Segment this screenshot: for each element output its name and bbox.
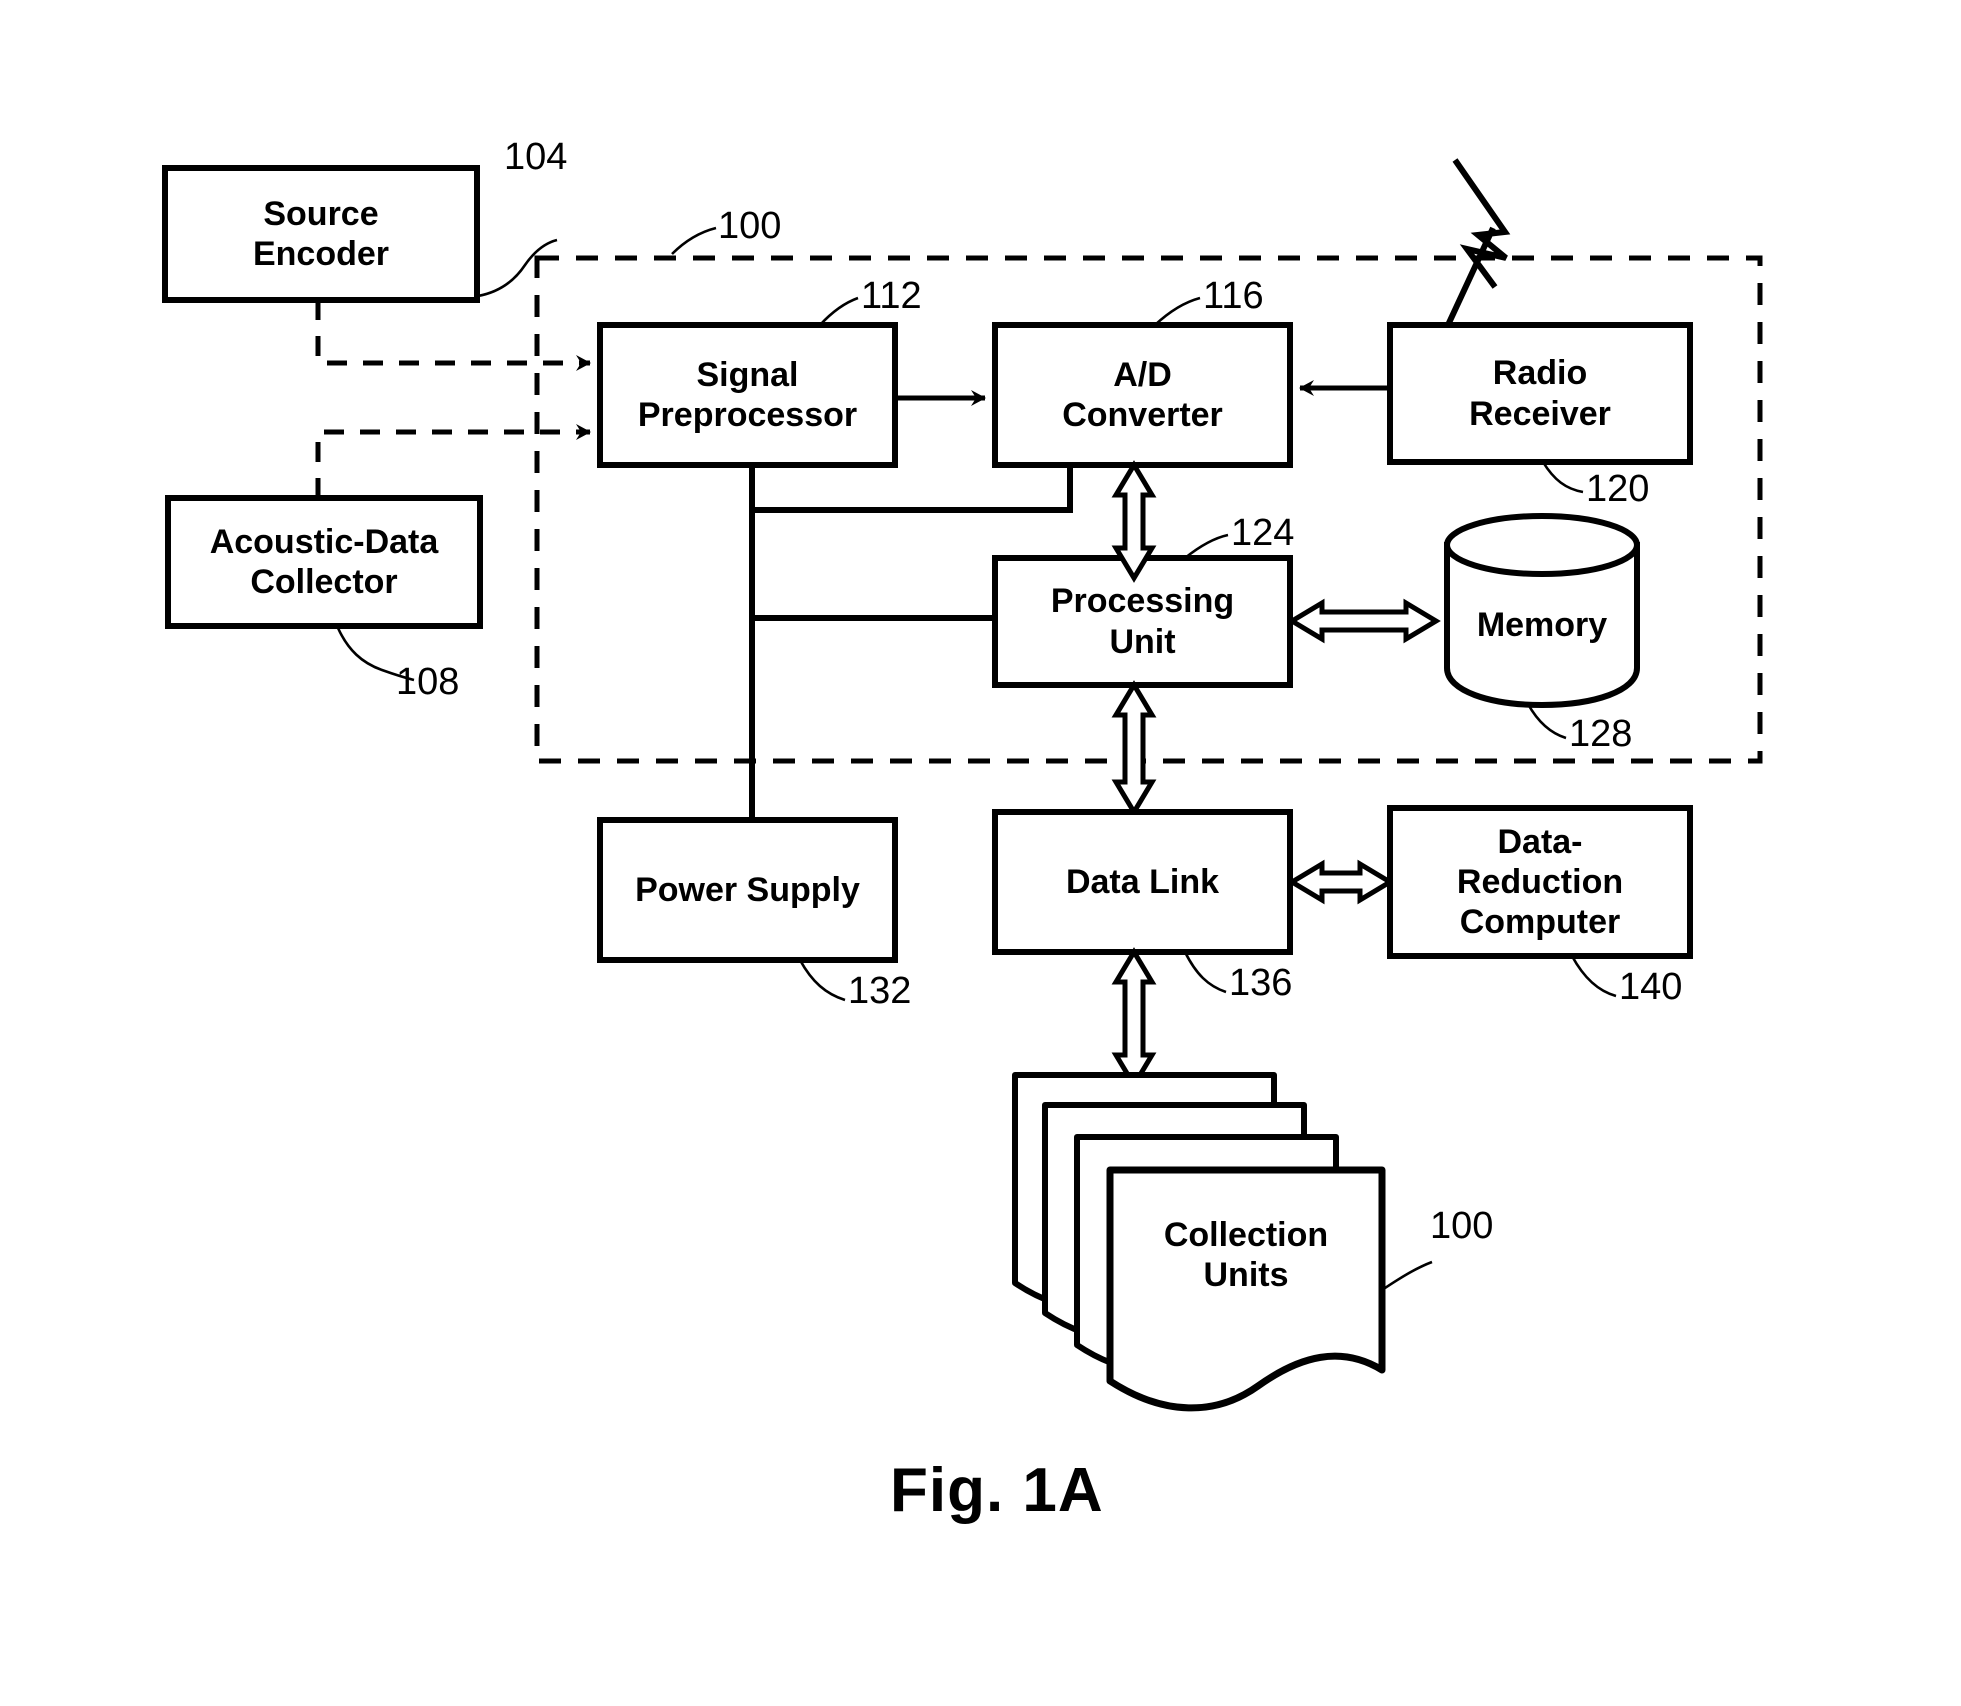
signal-path-acoustic-collector [315, 424, 591, 498]
box-radio-receiver [1387, 322, 1693, 465]
figure-canvas: Source Encoder 104 Acoustic-Data Collect… [0, 0, 1961, 1706]
ref-100-system: 100 [718, 205, 782, 247]
box-signal-preprocessor [597, 322, 898, 468]
diagram-svg [162, 158, 1763, 1412]
bus-processing-unit-data-link [1111, 680, 1157, 817]
ref-116: 116 [1203, 275, 1264, 317]
ref-140: 140 [1619, 966, 1683, 1008]
ref-112: 112 [861, 275, 922, 317]
bus-data-link-computer [1287, 859, 1395, 905]
power-branch-adc [752, 465, 1073, 513]
database-cylinder-icon [1444, 513, 1640, 709]
ref-100-collection-units: 100 [1430, 1205, 1494, 1247]
leader-line-124 [1184, 533, 1229, 560]
ref-104: 104 [504, 136, 568, 178]
box-data-reduction-computer [1387, 805, 1693, 959]
leader-line-120 [1541, 461, 1584, 494]
bus-data-link-collection-units [1111, 947, 1157, 1090]
leader-line-112 [819, 296, 859, 326]
ref-136: 136 [1229, 962, 1293, 1004]
signal-path-source-encoder [315, 300, 591, 371]
ref-132: 132 [848, 970, 912, 1012]
box-source-encoder [162, 165, 480, 303]
leader-line-104 [477, 238, 558, 298]
leader-line-140 [1570, 955, 1617, 998]
box-processing-unit [992, 555, 1293, 688]
leader-line-116 [1154, 296, 1201, 326]
antenna-lightning-icon [1452, 158, 1511, 289]
leader-line-136 [1183, 951, 1227, 994]
box-data-link [992, 809, 1293, 955]
figure-caption: Fig. 1A [890, 1456, 1104, 1525]
ref-124: 124 [1231, 512, 1295, 554]
ref-128: 128 [1569, 713, 1633, 755]
leader-line-132 [798, 959, 846, 1002]
leader-line-collection-units-100 [1381, 1260, 1433, 1292]
bus-processing-unit-memory [1287, 598, 1441, 644]
ref-108: 108 [396, 661, 460, 703]
leader-line-100 [671, 226, 717, 255]
ref-120: 120 [1586, 468, 1650, 510]
bus-adc-processing-unit [1111, 460, 1157, 583]
box-power-supply [597, 817, 898, 963]
document-stack-icon [1012, 1072, 1386, 1412]
box-ad-converter [992, 322, 1293, 468]
box-acoustic-data-collector [165, 495, 483, 629]
leader-line-128 [1526, 703, 1567, 740]
